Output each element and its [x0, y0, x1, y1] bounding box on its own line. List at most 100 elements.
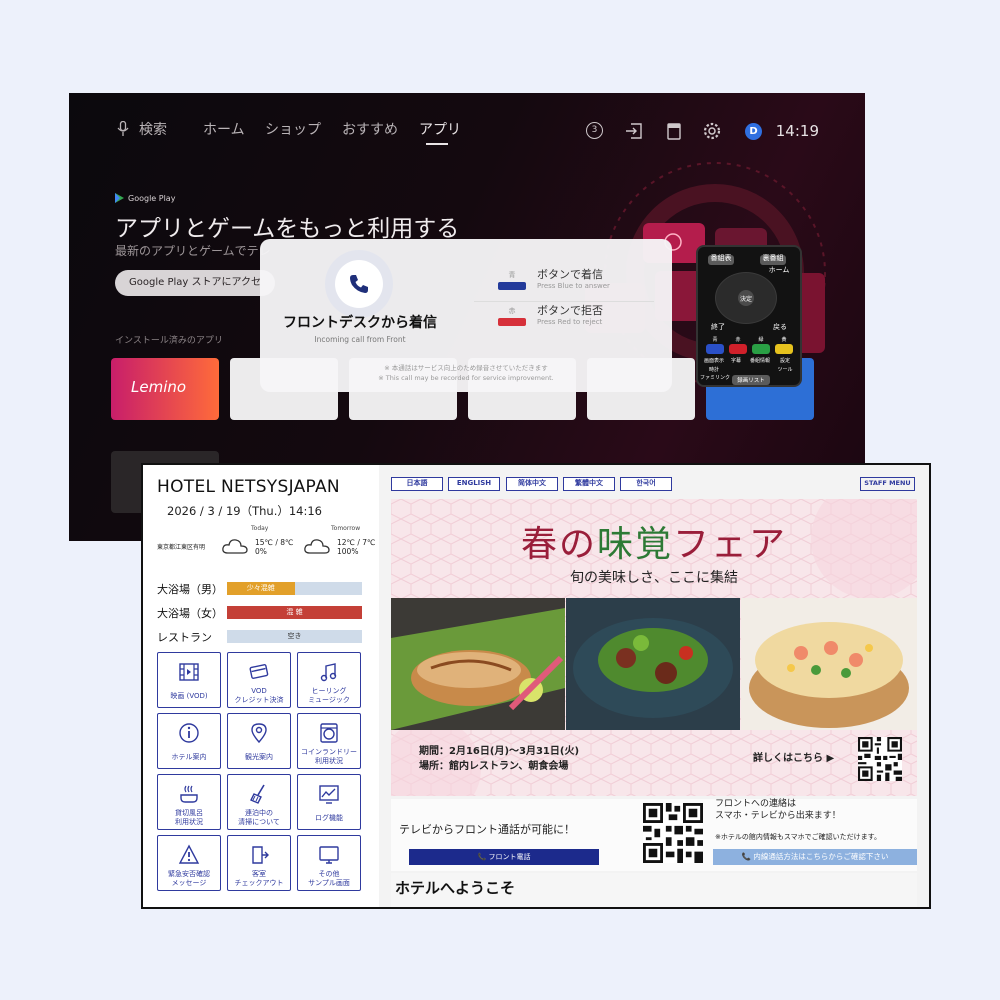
contact-note: ※ホテルの館内情報もスマホでご確認いただけます。 [715, 833, 881, 841]
tomorrow-label: Tomorrow [331, 525, 361, 532]
banner-subtitle: 旬の美味しさ、ここに集結 [570, 570, 738, 586]
remote-exit: 終了 [711, 323, 725, 331]
menu-sightseeing[interactable]: 観光案内 [227, 713, 291, 769]
google-play-label: Google Play [115, 193, 175, 203]
chirashi-sushi-photo [741, 598, 917, 730]
remote-program-guide: 番組表 [710, 254, 732, 262]
menu-sample-screen[interactable]: その他 サンプル画面 [297, 835, 361, 891]
gear-icon[interactable] [703, 122, 721, 140]
menu-label: VOD クレジット決済 [228, 687, 290, 705]
incoming-call-popup: フロントデスクから着信 Incoming call from Front 青 ボ… [260, 239, 672, 392]
menu-coin-laundry[interactable]: コインランドリー 利用状況 [297, 713, 361, 769]
menu-cleaning[interactable]: 連泊中の 清掃について [227, 774, 291, 830]
lang-traditional-chinese[interactable]: 繁體中文 [563, 477, 615, 491]
recording-note-en: ※ This call may be recorded for service … [378, 374, 554, 382]
remote-family: ファミリンク [700, 375, 731, 381]
warning-icon [178, 844, 200, 864]
lang-japanese[interactable]: 日本語 [391, 477, 443, 491]
menu-label-line2: メッセージ [171, 879, 207, 887]
hotel-name: HOTEL NETSYSJAPAN [157, 477, 340, 497]
today-precip: 0% [255, 547, 267, 556]
lang-simplified-chinese[interactable]: 简体中文 [506, 477, 558, 491]
remote-enter: 決定 [739, 296, 752, 303]
menu-label-line2: 利用状況 [315, 757, 343, 765]
nav-search[interactable]: 検索 [139, 119, 167, 139]
menu-label-line1: 緊急安否確認 [168, 870, 210, 878]
status-bar-womens-bath: 混 雑 [227, 606, 362, 619]
blue-chip-label: 青 [508, 271, 516, 279]
contact-line1: フロントへの連絡は [715, 799, 797, 809]
remote-yellow-key [775, 344, 793, 354]
input-switch-icon[interactable] [625, 123, 643, 139]
menu-label-line1: ヒーリング [311, 687, 347, 695]
google-play-icon [115, 193, 124, 203]
mic-icon[interactable] [117, 121, 129, 137]
chart-icon [319, 785, 339, 804]
lang-korean[interactable]: 한국어 [620, 477, 672, 491]
spring-fair-banner[interactable]: 春の味覚フェア 旬の美味しさ、ここに集結 期間：2月16日(月)～3月31日(火… [391, 499, 917, 796]
tv-icon [319, 846, 339, 864]
reject-label: ボタンで拒否 [537, 304, 603, 317]
banner-title-highlight: 味覚 [596, 524, 673, 565]
reject-instruction: 赤 ボタンで拒否 Press Red to reject [474, 304, 654, 340]
banner-title-part: フェア [673, 524, 788, 565]
app-tile-lemino[interactable]: Lemino [111, 358, 219, 420]
remote-recordings: 録画リスト [737, 378, 765, 384]
notifications-badge[interactable]: 3 [586, 122, 603, 139]
remote-program-info: 番組情報 [749, 358, 770, 364]
broom-icon [250, 784, 265, 804]
remote-blue-key [706, 344, 724, 354]
music-note-icon [320, 663, 337, 682]
nav-home[interactable]: ホーム [203, 119, 245, 139]
profile-avatar[interactable]: D [745, 123, 762, 140]
map-pin-icon [251, 723, 267, 744]
menu-label-line1: 貸切風呂 [175, 809, 203, 817]
call-actions: 青 ボタンで着信 Press Blue to answer 赤 ボタンで拒否 P… [474, 264, 654, 344]
info-icon [179, 723, 199, 743]
staff-menu-button[interactable]: STAFF MENU [860, 477, 915, 491]
reject-sublabel: Press Red to reject [537, 318, 603, 326]
inline-call-info-button[interactable]: 📞 内線通話方法はこちらからご確認下さい [713, 849, 917, 865]
menu-log[interactable]: ログ機能 [297, 774, 361, 830]
menu-movie-vod[interactable]: 映画 (VOD) [157, 652, 221, 708]
grilled-fish-photo [391, 598, 565, 730]
date-time: 2026 / 3 / 19（Thu.）14:16 [167, 504, 322, 518]
nav-apps[interactable]: アプリ [419, 119, 461, 139]
nav-shop[interactable]: ショップ [265, 119, 321, 139]
call-subtitle: Incoming call from Front [314, 335, 406, 344]
menu-label: その他 サンプル画面 [298, 870, 360, 888]
menu-healing-music[interactable]: ヒーリング ミュージック [297, 652, 361, 708]
menu-label-line2: ミュージック [308, 696, 350, 704]
nav-recommended[interactable]: おすすめ [342, 119, 398, 139]
remote-back: 戻る [773, 323, 787, 331]
location-label: 東京都江東区有明 [157, 544, 206, 551]
app-tile-label: Lemino [131, 378, 187, 396]
play-store-button[interactable]: Google Play ストアにアクセ [115, 270, 275, 296]
menu-label-line1: 客室 [252, 870, 266, 878]
remote-clock: 時計 [708, 367, 719, 373]
installed-apps-label: インストール済みのアプリ [115, 336, 223, 346]
washing-machine-icon [320, 723, 338, 743]
tomorrow-temp: 12℃ / 7℃ [337, 538, 376, 547]
hotel-tv-portal: HOTEL NETSYSJAPAN 2026 / 3 / 19（Thu.）14:… [141, 463, 931, 909]
menu-label: 連泊中の 清掃について [228, 809, 290, 827]
menu-label-line1: その他 [318, 870, 340, 878]
menu-hotel-guide[interactable]: ホテル案内 [157, 713, 221, 769]
remote-home: ホーム [768, 266, 790, 274]
remote-ura-bangumi: 裏番組 [762, 254, 784, 262]
remote-yellow-label: 黄 [781, 337, 787, 343]
call-divider [474, 301, 654, 302]
menu-vod-credit[interactable]: VOD クレジット決済 [227, 652, 291, 708]
menu-emergency[interactable]: 緊急安否確認 メッセージ [157, 835, 221, 891]
contact-qr-code [643, 803, 703, 863]
front-call-button[interactable]: 📞 フロント電話 [409, 849, 599, 865]
menu-private-bath[interactable]: 貸切風呂 利用状況 [157, 774, 221, 830]
library-icon[interactable] [667, 123, 681, 140]
banner-title-part: 春の [520, 524, 597, 565]
menu-checkout[interactable]: 客室 チェックアウト [227, 835, 291, 891]
fair-details-link[interactable]: 詳しくはこちら ▶ [753, 749, 834, 764]
lang-english[interactable]: ENGLISH [448, 477, 500, 491]
remote-display: 画面表示 [703, 358, 724, 364]
status-fill: 混 雑 [227, 606, 362, 619]
cloud-icon [304, 539, 330, 554]
